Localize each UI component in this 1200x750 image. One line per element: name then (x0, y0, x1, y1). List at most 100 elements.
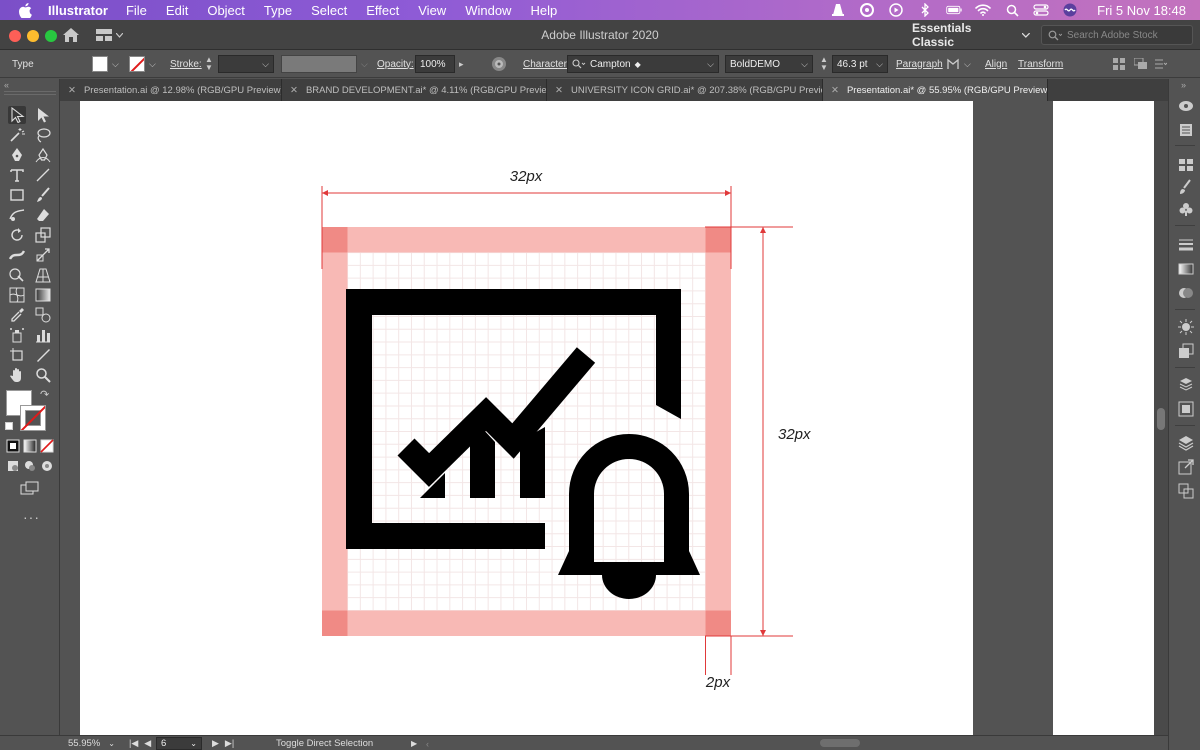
menu-help[interactable]: Help (530, 3, 557, 18)
next-artboard-icon[interactable]: ▶ (212, 738, 219, 749)
scale-tool[interactable] (34, 226, 52, 244)
arrange-icon[interactable] (1134, 50, 1148, 78)
tab-presentation-12[interactable]: ✕ Presentation.ai @ 12.98% (RGB/GPU Previ… (60, 79, 282, 101)
window-zoom-button[interactable] (45, 30, 57, 42)
menu-type[interactable]: Type (264, 3, 292, 18)
hand-tool[interactable] (8, 366, 26, 384)
menu-object[interactable]: Object (207, 3, 245, 18)
bluetooth-icon[interactable] (917, 3, 933, 17)
swap-fill-stroke-icon[interactable]: ↷ (40, 388, 49, 401)
paintbrush-tool[interactable] (34, 186, 52, 204)
close-icon[interactable]: ✕ (831, 85, 839, 96)
scroll-left-icon[interactable]: ‹ (426, 736, 429, 750)
menubar-clock[interactable]: Fri 5 Nov 18:48 (1097, 3, 1186, 18)
brushes-icon[interactable] (1177, 178, 1194, 195)
pen-tool[interactable] (8, 146, 26, 164)
vlc-cone-icon[interactable] (830, 3, 846, 17)
menu-file[interactable]: File (126, 3, 147, 18)
workspace-switcher[interactable]: Essentials Classic (912, 21, 1030, 49)
home-icon[interactable] (62, 27, 80, 43)
battery-icon[interactable] (946, 3, 962, 17)
zoom-tool[interactable] (34, 366, 52, 384)
pathfinder-icon[interactable] (1177, 482, 1194, 499)
none-mode-button[interactable] (40, 439, 54, 453)
opacity-field[interactable]: 100% (415, 50, 455, 78)
gradient-mode-button[interactable] (23, 439, 37, 453)
edit-toolbar-icon[interactable]: ··· (23, 509, 40, 525)
artboard-navigation[interactable]: |◀ ◀ (129, 736, 151, 750)
menu-select[interactable]: Select (311, 3, 347, 18)
creative-cloud-icon[interactable] (859, 3, 875, 17)
isolate-icon[interactable] (1113, 50, 1127, 78)
menu-view[interactable]: View (418, 3, 446, 18)
previous-artboard-icon[interactable]: ◀ (144, 738, 151, 749)
fill-swatch[interactable] (92, 56, 108, 72)
libraries-icon[interactable] (1177, 97, 1194, 114)
symbol-sprayer-tool[interactable] (8, 326, 26, 344)
vertical-scroll-thumb[interactable] (1157, 408, 1165, 430)
expand-panels-icon[interactable]: » (1181, 80, 1186, 90)
font-style-field[interactable]: BoldDEMO ⌵ (725, 50, 813, 78)
chevron-down-icon[interactable]: ⌵ (149, 59, 156, 70)
rotate-tool[interactable] (8, 226, 26, 244)
draw-normal-button[interactable] (6, 459, 20, 473)
selection-tool[interactable] (8, 106, 26, 124)
align-label[interactable]: Align (985, 50, 1007, 78)
adobe-stock-search-input[interactable]: Search Adobe Stock (1041, 25, 1193, 45)
font-size-field[interactable]: 46.3 pt ⌵ (832, 50, 888, 78)
layers-icon[interactable] (1177, 434, 1194, 451)
stroke-swatch-none[interactable] (129, 56, 145, 72)
color-mode-button[interactable] (6, 439, 20, 453)
artboard-number-field[interactable]: 6 ⌄ (156, 736, 202, 750)
symbols-icon[interactable] (1177, 200, 1194, 217)
first-artboard-icon[interactable]: |◀ (129, 738, 138, 749)
curvature-tool[interactable] (34, 146, 52, 164)
chevron-down-icon[interactable]: ⌵ (112, 59, 119, 70)
gradient-panel-icon[interactable] (1177, 260, 1194, 277)
stroke-label[interactable]: Stroke: (170, 50, 202, 78)
tab-university-icon-grid[interactable]: ✕ UNIVERSITY ICON GRID.ai* @ 207.38% (RGB… (547, 79, 823, 101)
opacity-dropdown[interactable]: ▸ (459, 50, 464, 78)
tab-presentation-active[interactable]: ✕ Presentation.ai* @ 55.95% (RGB/GPU Prev… (823, 79, 1048, 101)
mesh-tool[interactable] (8, 286, 26, 304)
stroke-color-swatch[interactable] (20, 405, 46, 431)
font-family-field[interactable]: Campton ◆ ⌵ (567, 50, 719, 78)
siri-icon[interactable] (1062, 3, 1078, 17)
stroke-color-control[interactable]: ⌵ (129, 50, 156, 78)
asset-export-icon[interactable] (1177, 376, 1194, 393)
status-menu-arrow-icon[interactable]: ▶ (411, 736, 417, 750)
properties-icon[interactable] (1177, 121, 1194, 138)
horizontal-scroll-thumb[interactable] (820, 739, 860, 747)
opacity-label[interactable]: Opacity: (377, 50, 414, 78)
glyphs-button[interactable]: ⌵ (946, 50, 971, 78)
wifi-icon[interactable] (975, 3, 991, 17)
lasso-tool[interactable] (34, 126, 52, 144)
stroke-panel-icon[interactable] (1177, 236, 1194, 253)
default-fill-stroke-icon[interactable] (5, 422, 13, 430)
direct-selection-tool[interactable] (34, 106, 52, 124)
recolor-artwork-icon[interactable] (491, 50, 507, 78)
stepper-arrows-icon[interactable]: ▲ ▼ (205, 56, 213, 72)
rectangle-tool[interactable] (8, 186, 26, 204)
shaper-tool[interactable] (8, 206, 26, 224)
blend-tool[interactable] (34, 306, 52, 324)
graphic-styles-icon[interactable] (1177, 342, 1194, 359)
close-icon[interactable]: ✕ (290, 85, 298, 96)
draw-inside-button[interactable] (40, 459, 54, 473)
export-icon[interactable] (1177, 458, 1194, 475)
apple-icon[interactable] (18, 2, 32, 18)
stepper-arrows-icon[interactable]: ▲ ▼ (820, 56, 828, 72)
gradient-tool[interactable] (34, 286, 52, 304)
last-artboard-icon[interactable]: ▶| (225, 738, 234, 749)
menu-effect[interactable]: Effect (366, 3, 399, 18)
menu-edit[interactable]: Edit (166, 3, 188, 18)
tab-brand-development[interactable]: ✕ BRAND DEVELOPMENT.ai* @ 4.11% (RGB/GPU … (282, 79, 547, 101)
stroke-weight-field[interactable]: ⌵ (218, 50, 274, 78)
stroke-weight-stepper[interactable]: ▲ ▼ (205, 50, 213, 78)
window-minimize-button[interactable] (27, 30, 39, 42)
arrange-documents-button[interactable] (96, 28, 126, 42)
collapse-panel-icon[interactable]: « (4, 80, 9, 90)
canvas-area[interactable]: 32px 32px 2px (60, 101, 1154, 735)
eraser-tool[interactable] (34, 206, 52, 224)
character-label[interactable]: Character: (523, 50, 570, 78)
